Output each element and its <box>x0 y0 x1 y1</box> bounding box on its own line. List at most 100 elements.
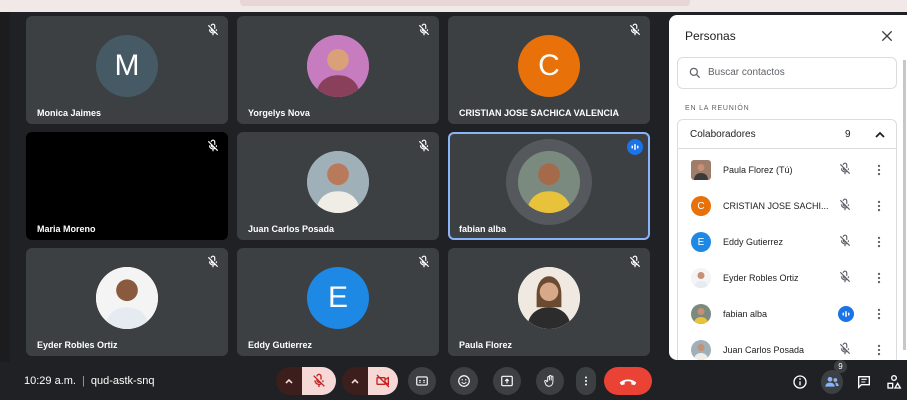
mic-off-icon <box>311 373 327 389</box>
close-icon[interactable] <box>879 28 895 44</box>
mic-off-icon <box>206 255 220 269</box>
more-vert-icon <box>580 374 592 388</box>
participant-name: Eddy Gutierrez <box>723 237 784 247</box>
microphone-toggle-button[interactable] <box>302 367 336 395</box>
mic-off-icon <box>628 23 642 37</box>
participant-count-badge: 9 <box>834 360 847 373</box>
video-tile[interactable]: Juan Carlos Posada <box>237 132 439 240</box>
video-options-button[interactable] <box>342 367 368 395</box>
participant-avatar <box>691 340 711 360</box>
leave-call-button[interactable] <box>604 367 652 395</box>
people-panel: Personas Buscar contactos EN LA REUNIÓN … <box>669 15 907 360</box>
closed-captions-icon <box>416 376 428 386</box>
video-tile[interactable]: Yorgelys Nova <box>237 16 439 124</box>
clock-time: 10:29 a.m. <box>24 375 76 387</box>
video-tile[interactable]: Paula Florez <box>448 248 650 356</box>
captions-button[interactable] <box>408 367 436 395</box>
panel-title: Personas <box>685 29 736 43</box>
separator: | <box>81 375 85 387</box>
mic-off-icon <box>838 270 852 284</box>
search-contacts-input[interactable]: Buscar contactos <box>677 57 897 89</box>
participant-name: Eddy Gutierrez <box>248 340 313 350</box>
search-icon <box>689 67 701 79</box>
chat-icon <box>858 376 870 389</box>
activities-button[interactable] <box>884 372 904 392</box>
section-heading: EN LA REUNIÓN <box>685 105 750 112</box>
video-tile[interactable]: Maria Moreno <box>26 132 228 240</box>
camera-toggle-button[interactable] <box>368 367 398 395</box>
video-tile[interactable]: C CRISTIAN JOSE SACHICA VALENCIA <box>448 16 650 124</box>
search-placeholder: Buscar contactos <box>708 67 785 78</box>
participant-name: fabian alba <box>459 224 507 234</box>
raise-hand-button[interactable] <box>536 367 564 395</box>
mic-off-icon <box>838 162 852 176</box>
chevron-up-icon <box>351 378 359 384</box>
participant-name: Eyder Robles Ortiz <box>723 273 799 283</box>
chevron-up-icon <box>875 131 885 138</box>
meeting-details-button[interactable] <box>790 372 810 392</box>
shapes-icon <box>887 375 902 389</box>
participant-row[interactable]: C CRISTIAN JOSE SACHI... <box>678 191 896 221</box>
avatar: C <box>518 34 580 97</box>
mic-off-icon <box>206 23 220 37</box>
more-vert-icon[interactable] <box>872 270 886 286</box>
participant-row[interactable]: fabian alba <box>678 299 896 329</box>
info-icon <box>793 375 807 389</box>
avatar: E <box>307 266 369 329</box>
video-tile[interactable]: M Monica Jaimes <box>26 16 228 124</box>
hand-icon <box>544 374 554 387</box>
reactions-button[interactable] <box>450 367 478 395</box>
end-call-icon <box>619 379 637 386</box>
participant-name: Juan Carlos Posada <box>248 224 335 234</box>
people-icon <box>825 377 839 387</box>
avatar-photo <box>307 150 369 213</box>
bottom-control-bar: 10:29 a.m. | qud-astk-snq <box>0 362 907 400</box>
speaking-indicator-icon <box>838 306 854 322</box>
participant-avatar <box>691 268 711 288</box>
mic-off-icon <box>838 342 852 356</box>
video-tile[interactable]: Eyder Robles Ortiz <box>26 248 228 356</box>
participant-row[interactable]: Paula Florez (Tú) <box>678 155 896 185</box>
participant-name: CRISTIAN JOSE SACHICA VALENCIA <box>459 108 620 118</box>
participant-name: Yorgelys Nova <box>248 108 310 118</box>
participant-avatar: E <box>691 232 711 252</box>
participant-name: Juan Carlos Posada <box>723 345 805 355</box>
avatar-photo <box>96 266 158 329</box>
mic-off-icon <box>417 139 431 153</box>
participant-name: Paula Florez <box>459 340 513 350</box>
more-vert-icon[interactable] <box>872 306 886 322</box>
participant-row[interactable]: E Eddy Gutierrez <box>678 227 896 257</box>
participant-name: Maria Moreno <box>37 224 96 234</box>
browser-top-strip <box>0 0 907 12</box>
participant-name: CRISTIAN JOSE SACHI... <box>723 201 829 211</box>
collaborators-group-header[interactable]: Colaboradores 9 <box>677 119 897 149</box>
present-icon <box>501 375 513 387</box>
video-tile[interactable]: E Eddy Gutierrez <box>237 248 439 356</box>
participant-avatar <box>691 304 711 324</box>
mic-off-icon <box>838 234 852 248</box>
emoji-icon <box>458 375 470 387</box>
panel-scrollbar[interactable] <box>903 60 906 350</box>
people-button[interactable] <box>821 370 843 394</box>
more-vert-icon[interactable] <box>872 198 886 214</box>
participant-row[interactable]: Eyder Robles Ortiz <box>678 263 896 293</box>
more-vert-icon[interactable] <box>872 234 886 250</box>
meeting-info: 10:29 a.m. | qud-astk-snq <box>24 375 154 387</box>
left-edge <box>0 12 10 362</box>
group-label: Colaboradores <box>690 129 756 140</box>
participant-row[interactable]: Juan Carlos Posada <box>678 335 896 360</box>
audio-options-button[interactable] <box>276 367 302 395</box>
chat-button[interactable] <box>854 372 874 392</box>
video-tile-active-speaker[interactable]: fabian alba <box>448 132 650 240</box>
more-options-button[interactable] <box>576 367 596 395</box>
mic-off-icon <box>206 139 220 153</box>
mic-off-icon <box>838 198 852 212</box>
more-vert-icon[interactable] <box>872 342 886 358</box>
mic-off-icon <box>417 23 431 37</box>
participant-name: Monica Jaimes <box>37 108 102 118</box>
participant-name: fabian alba <box>723 309 768 319</box>
more-vert-icon[interactable] <box>872 162 886 178</box>
present-screen-button[interactable] <box>493 367 521 395</box>
group-count: 9 <box>845 129 851 140</box>
participant-avatar: C <box>691 196 711 216</box>
